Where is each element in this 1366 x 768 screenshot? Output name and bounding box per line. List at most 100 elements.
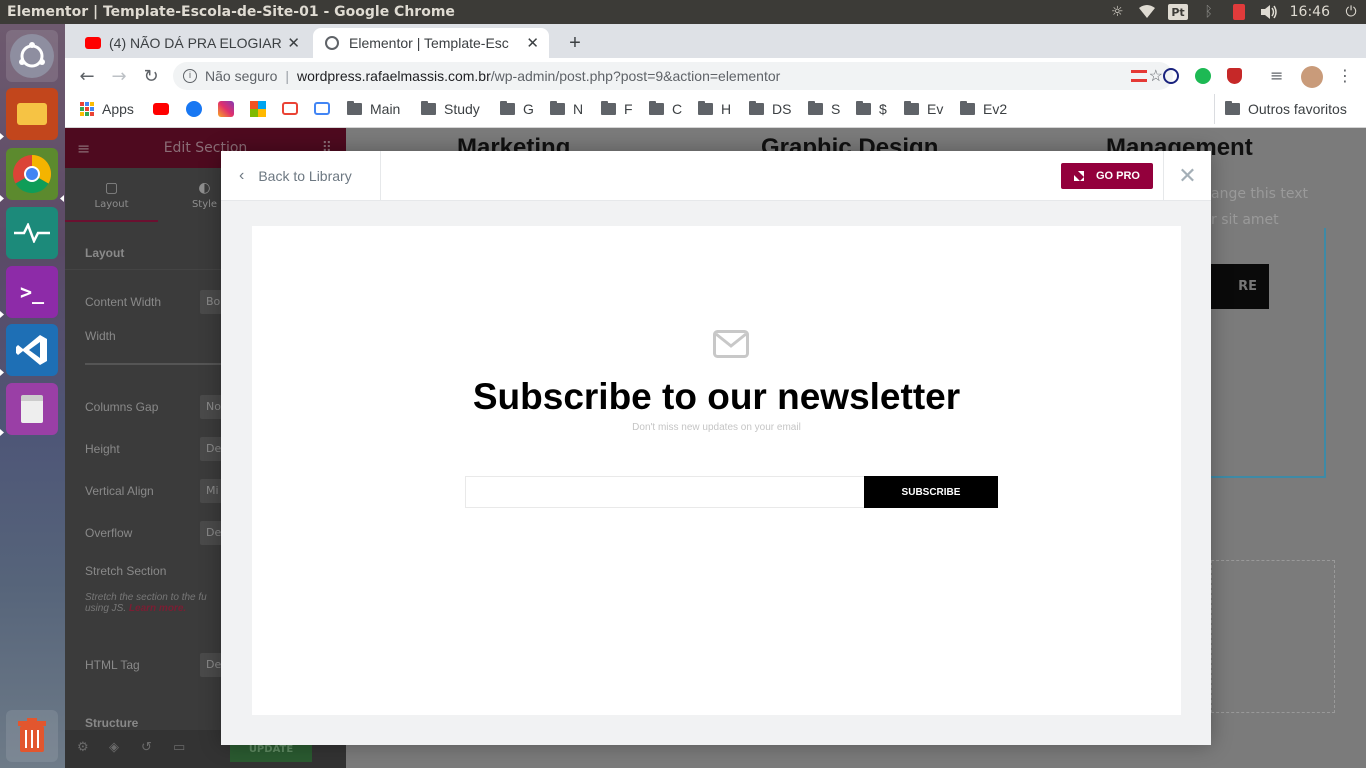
bookmark-folder-dollar[interactable]: $	[856, 94, 887, 124]
layers-icon[interactable]: ◈	[109, 740, 119, 755]
tab-close-icon[interactable]: ✕	[287, 34, 300, 52]
trash-launcher-button[interactable]	[6, 710, 58, 762]
microsoft-bookmark-icon[interactable]	[250, 101, 266, 117]
vertical-align-label: Vertical Align	[85, 484, 154, 498]
stretch-section-label: Stretch Section	[85, 564, 167, 578]
folder-icon	[649, 101, 664, 115]
new-tab-button[interactable]: +	[563, 28, 587, 58]
bookmark-folder-main[interactable]: Main	[347, 94, 400, 124]
bookmark-folder-h[interactable]: H	[698, 94, 731, 124]
power-icon[interactable]: ⏻	[1342, 4, 1360, 20]
go-pro-label: GO PRO	[1095, 170, 1140, 182]
facebook-bookmark-icon[interactable]	[186, 101, 202, 117]
bookmark-folder-study[interactable]: Study	[421, 94, 480, 124]
email-field[interactable]	[465, 476, 865, 508]
html-tag-label: HTML Tag	[85, 658, 140, 672]
width-label: Width	[85, 329, 116, 343]
back-to-library-button[interactable]: ‹ Back to Library	[221, 151, 381, 201]
bookmark-folder-c[interactable]: C	[649, 94, 682, 124]
info-icon[interactable]: i	[183, 69, 197, 83]
empty-section-dropzone	[1211, 560, 1335, 713]
browser-tab-elementor[interactable]: Elementor | Template-Esc ✕	[313, 28, 549, 58]
apps-grid-icon	[80, 102, 94, 116]
terminal-launcher-button[interactable]: >_	[6, 266, 58, 318]
bookmark-folder-f[interactable]: F	[601, 94, 633, 124]
folder-icon	[347, 101, 362, 115]
folder-icon	[904, 101, 919, 115]
extension-icon-1[interactable]	[1131, 70, 1147, 82]
forward-arrow-icon[interactable]: →	[109, 66, 129, 87]
browser-tab-youtube[interactable]: (4) NÃO DÁ PRA ELOGIAR ✕	[75, 28, 310, 58]
clock[interactable]: 16:46	[1290, 4, 1330, 20]
folder-icon	[601, 101, 616, 115]
bookmark-folder-ev[interactable]: Ev	[904, 94, 943, 124]
section-outline	[1211, 228, 1326, 478]
youtube-icon	[85, 37, 101, 49]
system-top-bar: Elementor | Template-Escola-de-Site-01 -…	[0, 0, 1366, 24]
star-icon[interactable]: ☆	[1149, 66, 1163, 86]
chrome-menu-icon[interactable]: ⋮	[1337, 66, 1353, 85]
folder-icon	[808, 101, 823, 115]
bookmark-label: S	[831, 101, 841, 117]
overflow-label: Overflow	[85, 526, 133, 540]
bookmark-label: H	[721, 101, 732, 117]
gmail-bookmark-icon[interactable]	[282, 102, 298, 115]
history-icon[interactable]: ↺	[141, 740, 152, 755]
globe-icon	[325, 36, 339, 50]
files-launcher-button[interactable]	[6, 88, 58, 140]
youtube-bookmark-icon[interactable]	[153, 103, 169, 115]
shield-extension-icon[interactable]	[1227, 68, 1242, 84]
volume-icon[interactable]	[1260, 4, 1278, 20]
back-arrow-icon[interactable]: ←	[77, 66, 97, 87]
vscode-launcher-button[interactable]	[6, 324, 58, 376]
wifi-icon[interactable]	[1138, 4, 1156, 20]
responsive-icon[interactable]: ▭	[173, 740, 185, 755]
ubuntu-dash-button[interactable]	[6, 30, 58, 82]
hamburger-menu-icon[interactable]: ≡	[77, 139, 90, 158]
bookmark-folder-s[interactable]: S	[808, 94, 840, 124]
bookmark-apps[interactable]: Apps	[80, 94, 134, 124]
settings-gear-icon[interactable]: ⚙	[77, 740, 89, 755]
learn-more-link[interactable]: Learn more.	[129, 603, 186, 614]
folder-icon	[1225, 101, 1240, 115]
chrome-launcher-button[interactable]	[6, 148, 58, 200]
running-indicator	[0, 429, 4, 436]
address-bar[interactable]: i Não seguro | wordpress.rafaelmassis.co…	[173, 62, 1173, 90]
bookmark-folder-ev2[interactable]: Ev2	[960, 94, 1007, 124]
bookmark-label: Ev2	[983, 101, 1008, 117]
block-extension-icon[interactable]	[1163, 68, 1179, 84]
browser-tab-strip: (4) NÃO DÁ PRA ELOGIAR ✕ Elementor | Tem…	[65, 24, 1366, 58]
columns-gap-label: Columns Gap	[85, 400, 159, 414]
bookmark-other-favorites[interactable]: Outros favoritos	[1214, 94, 1347, 124]
panel-tab-layout[interactable]: ▢ Layout	[65, 168, 158, 222]
go-pro-button[interactable]: GO PRO	[1061, 163, 1153, 189]
brightness-icon[interactable]: ☼	[1108, 4, 1126, 20]
bookmark-label: Study	[444, 101, 480, 117]
system-monitor-launcher-button[interactable]	[6, 207, 58, 259]
security-label: Não seguro	[205, 68, 278, 84]
running-indicator	[0, 133, 4, 140]
tv-bookmark-icon[interactable]	[314, 102, 330, 115]
bookmark-folder-n[interactable]: N	[550, 94, 583, 124]
bookmark-folder-g[interactable]: G	[500, 94, 534, 124]
bookmark-label: G	[523, 101, 534, 117]
instagram-bookmark-icon[interactable]	[218, 101, 234, 117]
battery-icon[interactable]	[1230, 4, 1248, 20]
browser-toolbar: ← → ↻ i Não seguro | wordpress.rafaelmas…	[65, 58, 1366, 94]
layout-tab-icon: ▢	[104, 180, 119, 196]
text-editor-launcher-button[interactable]	[6, 383, 58, 435]
profile-avatar[interactable]	[1301, 66, 1323, 88]
bookmark-folder-ds[interactable]: DS	[749, 94, 791, 124]
keyboard-layout-indicator[interactable]: Pt	[1168, 4, 1188, 20]
green-extension-icon[interactable]	[1195, 68, 1211, 84]
bluetooth-icon[interactable]: ᛒ	[1200, 4, 1218, 20]
subscribe-button[interactable]: SUBSCRIBE	[864, 476, 998, 508]
reload-icon[interactable]: ↻	[141, 66, 161, 87]
media-queue-icon[interactable]: ≡	[1270, 66, 1283, 85]
bookmark-label: N	[573, 101, 584, 117]
close-icon[interactable]: ✕	[1163, 151, 1211, 201]
bookmark-label: $	[879, 101, 887, 117]
section-title: Structure	[85, 716, 139, 730]
tab-close-icon[interactable]: ✕	[526, 34, 539, 52]
terminal-icon: >_	[19, 280, 45, 304]
